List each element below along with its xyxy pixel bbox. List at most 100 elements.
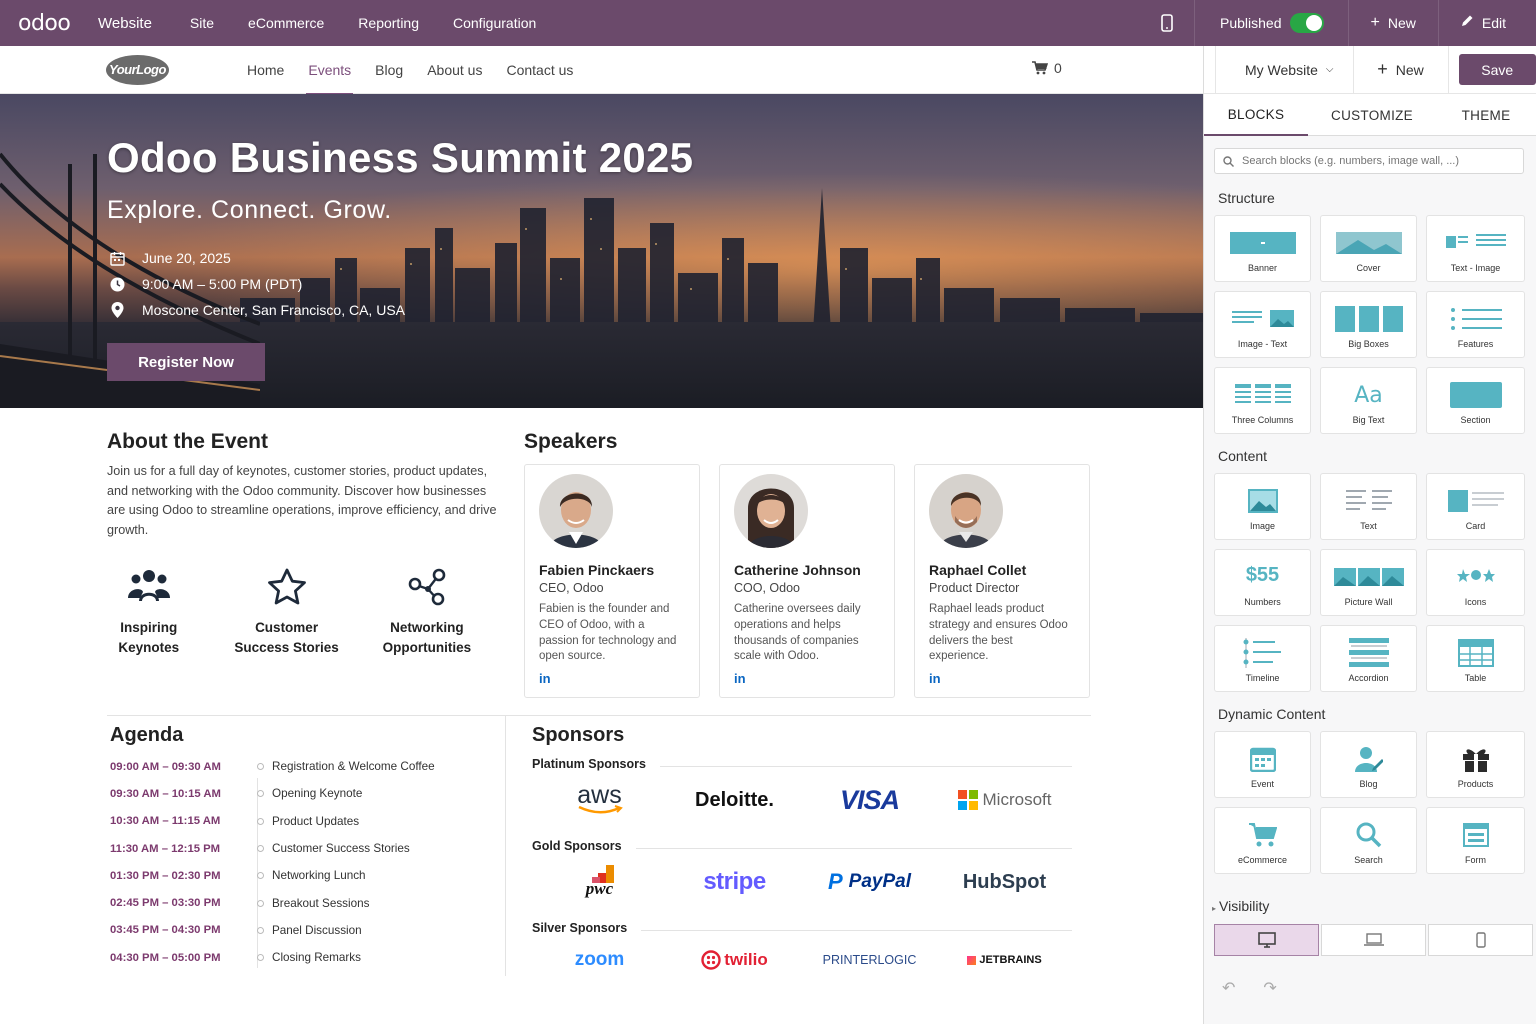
block-search[interactable]: Search (1320, 807, 1417, 874)
dynamic-content-blocks: Event Blog Products eCommerce Search For… (1214, 731, 1536, 874)
redo-icon[interactable]: ↷ (1263, 978, 1276, 998)
site-nav-home[interactable]: Home (235, 46, 296, 94)
block-timeline[interactable]: Timeline (1214, 625, 1311, 692)
section-title-content: Content (1218, 448, 1268, 464)
block-cover[interactable]: Cover (1320, 215, 1417, 282)
block-accordion[interactable]: Accordion (1320, 625, 1417, 692)
speaker-name: Raphael Collet (929, 562, 1027, 578)
sponsor-logo-visa[interactable]: VISA (802, 785, 937, 816)
sponsor-logo-jetbrains[interactable]: JETBRAINS (937, 954, 1072, 966)
website-selector-label: My Website (1245, 61, 1318, 78)
sponsor-tier-heading: Silver Sponsors (532, 921, 1072, 935)
block-icons[interactable]: Icons (1426, 549, 1525, 616)
card-icon (1427, 486, 1524, 516)
form-icon (1427, 820, 1524, 850)
tab-blocks[interactable]: BLOCKS (1204, 94, 1308, 136)
block-search-field[interactable] (1214, 148, 1524, 174)
visibility-tablet-button[interactable] (1321, 924, 1426, 956)
site-nav-events[interactable]: Events (296, 46, 363, 94)
new-button[interactable]: + New (1349, 0, 1438, 46)
top-menu-configuration[interactable]: Configuration (439, 15, 550, 31)
sponsor-logo-stripe[interactable]: stripe (667, 868, 802, 896)
block-text[interactable]: Text (1320, 473, 1417, 540)
top-menu-ecommerce[interactable]: eCommerce (234, 15, 338, 31)
block-card[interactable]: Card (1426, 473, 1525, 540)
sponsor-logo-hubspot[interactable]: HubSpot (937, 871, 1072, 894)
section-title-dynamic-content: Dynamic Content (1218, 706, 1326, 722)
sponsor-tier-heading: Gold Sponsors (532, 839, 1072, 853)
tab-customize[interactable]: CUSTOMIZE (1308, 94, 1436, 136)
sponsor-logo-pwc[interactable]: pwc (532, 865, 667, 899)
block-table[interactable]: Table (1426, 625, 1525, 692)
block-text-image[interactable]: Text - Image (1426, 215, 1525, 282)
edit-button[interactable]: Edit (1439, 0, 1536, 46)
block-ecommerce[interactable]: eCommerce (1214, 807, 1311, 874)
published-switch[interactable] (1289, 13, 1324, 33)
speaker-name: Catherine Johnson (734, 562, 861, 578)
visibility-mobile-button[interactable] (1428, 924, 1533, 956)
block-three-columns[interactable]: Three Columns (1214, 367, 1311, 434)
website-selector[interactable]: My Website ⌵ (1215, 45, 1354, 94)
top-menu: Website Site eCommerce Reporting Configu… (92, 0, 550, 46)
site-nav-blog[interactable]: Blog (363, 46, 415, 94)
block-blog[interactable]: Blog (1320, 731, 1417, 798)
block-products[interactable]: Products (1426, 731, 1525, 798)
plus-icon: + (1377, 59, 1388, 79)
block-image[interactable]: Image (1214, 473, 1311, 540)
site-nav-about-us[interactable]: About us (415, 46, 494, 94)
linkedin-icon[interactable]: in (929, 671, 941, 686)
panel-new-button[interactable]: + New (1354, 45, 1449, 94)
search-icon (1321, 820, 1416, 850)
agenda-item-title: Product Updates (272, 814, 360, 828)
top-menu-site[interactable]: Site (176, 15, 228, 31)
sponsor-logo-twilio[interactable]: twilio (667, 950, 802, 970)
agenda-item-title: Closing Remarks (272, 951, 361, 965)
feature-label-line1: Customer (255, 620, 319, 635)
linkedin-icon[interactable]: in (734, 671, 746, 686)
register-now-button[interactable]: Register Now (107, 343, 265, 381)
icons-icon (1427, 562, 1524, 592)
people-icon (81, 562, 216, 618)
agenda-row: 01:30 PM – 02:30 PM Networking Lunch (110, 862, 490, 889)
block-features[interactable]: Features (1426, 291, 1525, 358)
tab-theme[interactable]: THEME (1436, 94, 1536, 136)
site-logo[interactable]: YourLogo (106, 54, 169, 85)
sponsor-logo-zoom[interactable]: zoom (532, 949, 667, 971)
block-banner[interactable]: Banner (1214, 215, 1311, 282)
block-section[interactable]: Section (1426, 367, 1525, 434)
visibility-desktop-button[interactable] (1214, 924, 1319, 956)
site-nav-contact-us[interactable]: Contact us (494, 46, 585, 94)
big-boxes-icon (1321, 304, 1416, 334)
speaker-role: Product Director (929, 581, 1020, 595)
mobile-preview-icon[interactable] (1140, 14, 1194, 32)
hero-banner: Odoo Business Summit 2025 Explore. Conne… (0, 94, 1203, 408)
sponsor-logo-deloitte[interactable]: Deloitte. (667, 789, 802, 812)
top-menu-website[interactable]: Website (92, 15, 170, 32)
block-image-text[interactable]: Image - Text (1214, 291, 1311, 358)
published-toggle[interactable]: Published (1195, 13, 1348, 33)
panel-new-label: New (1395, 61, 1424, 78)
cart-link[interactable]: 0 (1032, 60, 1062, 76)
block-numbers[interactable]: $55 Numbers (1214, 549, 1311, 616)
feature-item: Networking Opportunities (357, 562, 497, 658)
plus-icon: + (1370, 14, 1380, 31)
sponsor-logo-microsoft[interactable]: Microsoft (937, 790, 1072, 810)
about-text: Join us for a full day of keynotes, cust… (107, 464, 497, 537)
history-controls: ↶ ↷ (1222, 978, 1536, 998)
block-big-text[interactable]: Aa Big Text (1320, 367, 1417, 434)
block-picture-wall[interactable]: Picture Wall (1320, 549, 1417, 616)
sponsor-logo-aws[interactable]: aws (532, 783, 667, 815)
save-button[interactable]: Save (1458, 54, 1536, 85)
odoo-brand-logo[interactable]: odoo (18, 11, 92, 36)
top-menu-reporting[interactable]: Reporting (344, 15, 433, 31)
block-big-boxes[interactable]: Big Boxes (1320, 291, 1417, 358)
block-form[interactable]: Form (1426, 807, 1525, 874)
agenda-row: 04:30 PM – 05:00 PM Closing Remarks (110, 944, 490, 971)
sponsor-logo-printerlogic[interactable]: PRINTERLOGIC (802, 953, 937, 967)
block-event[interactable]: Event (1214, 731, 1311, 798)
undo-icon[interactable]: ↶ (1222, 978, 1235, 998)
sponsor-logo-paypal[interactable]: P PayPal (802, 869, 937, 895)
linkedin-icon[interactable]: in (539, 671, 551, 686)
feature-label-line1: Inspiring (120, 620, 178, 635)
block-search-input[interactable] (1242, 155, 1502, 167)
